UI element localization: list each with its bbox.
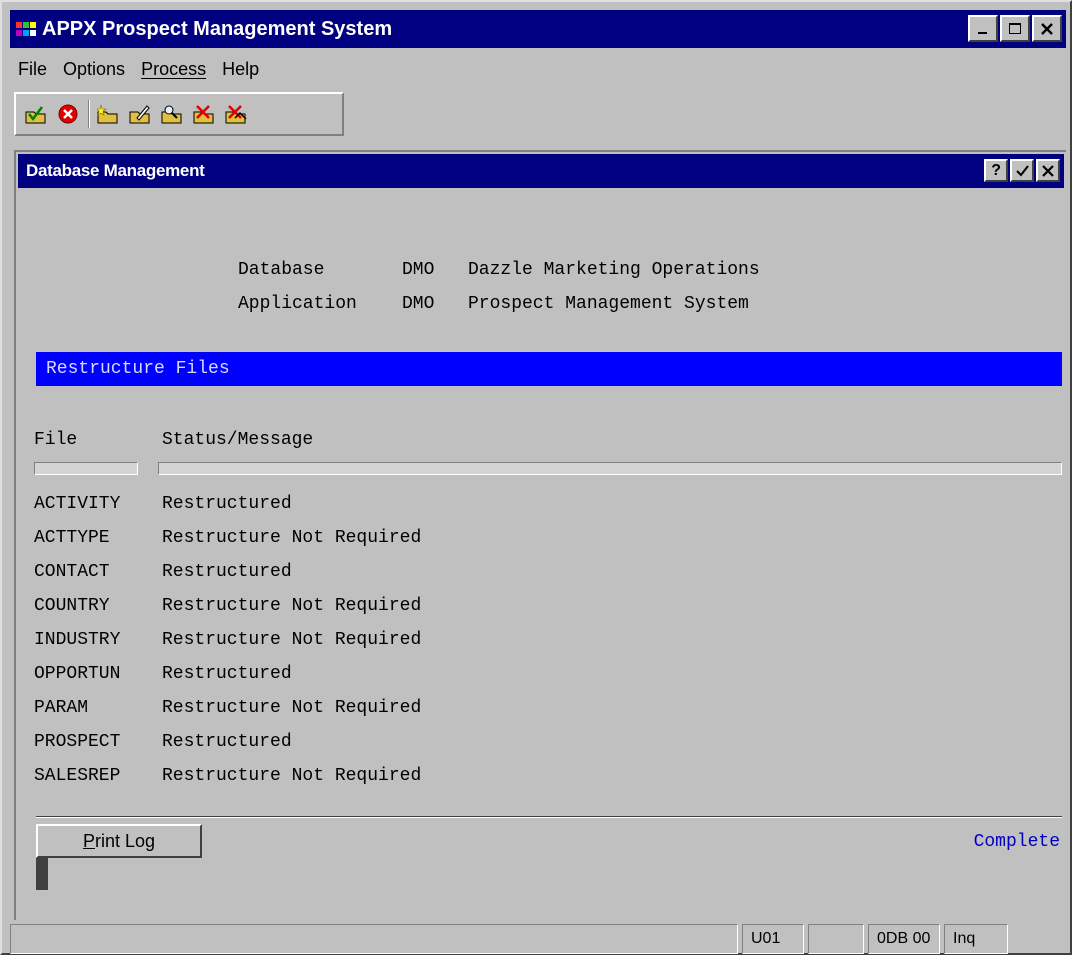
section-banner: Restructure Files [36,352,1062,386]
completion-status: Complete [973,832,1060,852]
maximize-button[interactable] [1000,15,1030,42]
purge-folder-icon[interactable] [224,102,248,126]
print-log-mnemonic: P [82,830,95,851]
help-button[interactable]: ? [984,159,1008,182]
file-status: Restructured [162,664,292,684]
toolbar-separator [88,100,90,128]
menu-options[interactable]: Options [55,59,133,80]
menu-help[interactable]: Help [214,59,267,80]
status-mode: Inq [944,924,1008,954]
title-bar[interactable]: APPX Prospect Management System [10,10,1066,48]
database-name: Dazzle Marketing Operations [468,260,760,280]
file-name: OPPORTUN [34,664,121,684]
subwindow-close-button[interactable] [1036,159,1060,182]
search-folder-icon[interactable] [160,102,184,126]
text-cursor [36,858,48,890]
toolbar [14,92,344,136]
file-name: PROSPECT [34,732,121,752]
database-code: DMO [402,260,435,280]
file-name: ACTIVITY [34,494,121,514]
column-resize-file[interactable] [34,462,138,475]
file-name: CONTACT [34,562,110,582]
window-title: APPX Prospect Management System [42,17,393,40]
file-name: ACTTYPE [34,528,110,548]
status-user: U01 [742,924,804,954]
status-blank [808,924,864,954]
file-name: PARAM [34,698,89,718]
file-status: Restructure Not Required [162,528,422,548]
file-status: Restructure Not Required [162,698,422,718]
database-label: Database [238,260,325,280]
column-resize-status[interactable] [158,462,1062,475]
file-name: SALESREP [34,766,121,786]
new-folder-icon[interactable] [96,102,120,126]
print-log-button[interactable]: Print Log [36,824,202,858]
database-management-window: Database Management ? Database DMO Dazzl… [14,150,1066,920]
cancel-icon[interactable] [56,102,80,126]
file-status: Restructure Not Required [162,766,422,786]
file-status: Restructure Not Required [162,630,422,650]
file-status: Restructured [162,562,292,582]
column-header-file: File [34,430,78,450]
app-window: APPX Prospect Management System File Opt… [0,0,1072,955]
file-status: Restructured [162,732,292,752]
ok-check-button[interactable] [1010,159,1034,182]
edit-folder-icon[interactable] [128,102,152,126]
file-name: INDUSTRY [34,630,121,650]
application-code: DMO [402,294,435,314]
appx-logo-icon [16,19,36,39]
column-header-status: Status/Message [162,430,314,450]
application-label: Application [238,294,357,314]
delete-folder-icon[interactable] [192,102,216,126]
ok-folder-icon[interactable] [24,102,48,126]
minimize-button[interactable] [968,15,998,42]
section-title: Restructure Files [46,359,230,379]
menu-bar: File Options Process Help [10,52,1066,86]
menu-process[interactable]: Process [133,59,214,80]
file-name: COUNTRY [34,596,110,616]
application-name: Prospect Management System [468,294,749,314]
print-log-label: rint Log [94,830,156,851]
subwindow-title-bar[interactable]: Database Management ? [18,154,1064,188]
close-button[interactable] [1032,15,1062,42]
status-db: 0DB 00 [868,924,940,954]
menu-file[interactable]: File [10,59,55,80]
file-status: Restructure Not Required [162,596,422,616]
file-status: Restructured [162,494,292,514]
status-message [10,924,738,954]
divider [36,816,1062,818]
status-bar: U01 0DB 00 Inq [10,924,1066,954]
subwindow-title: Database Management [26,161,205,180]
